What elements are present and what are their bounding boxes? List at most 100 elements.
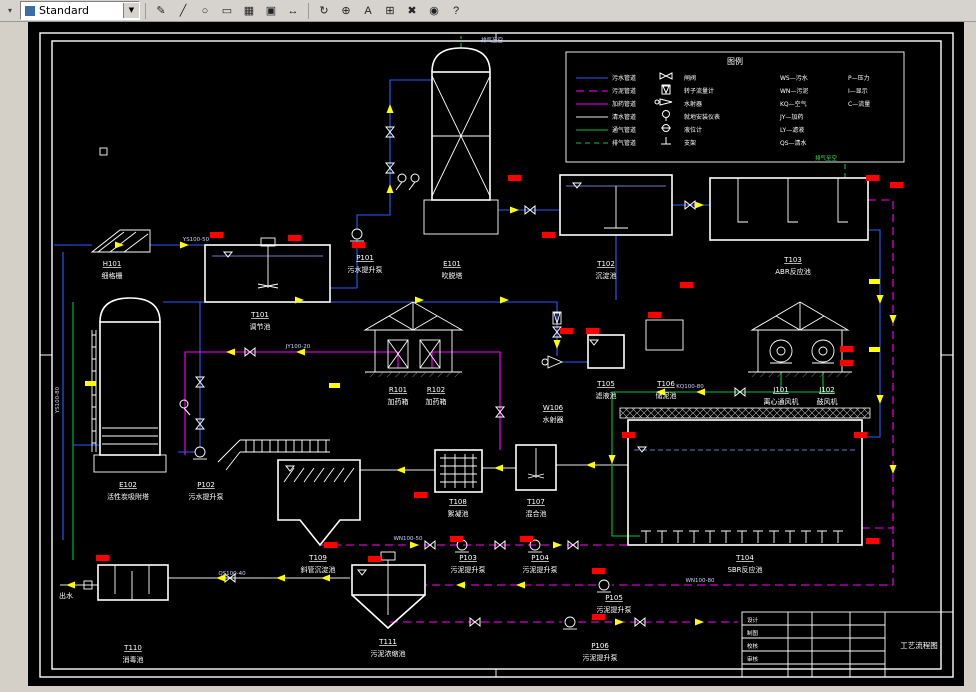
equipment-name: 加药箱	[426, 397, 447, 406]
valve-icon	[659, 72, 673, 80]
stripping-tower-e101	[423, 47, 499, 235]
text-icon[interactable]: A	[358, 1, 378, 20]
pipe-tag: YS100-80	[55, 386, 61, 414]
sludge-thickener-t111	[351, 551, 426, 630]
pump-p106	[563, 616, 577, 630]
pipe-tag: WN100-50	[393, 536, 423, 542]
pipe-tags: YS100-50 JY100-20 WN100-50 WN100-80 KQ10…	[55, 36, 837, 600]
air-pipes	[72, 36, 846, 560]
equipment-name: 活性炭吸附塔	[107, 492, 149, 501]
vent-label: 排气至空	[481, 36, 504, 44]
legend-line-label: 污水管道	[612, 74, 636, 82]
rotameter-icon	[661, 84, 671, 95]
equipment-id: P106	[591, 642, 609, 650]
lamella-clarifier-t109	[277, 459, 361, 547]
equipment-name: 离心通风机	[764, 397, 799, 406]
abr-tank-t103	[709, 177, 869, 241]
equipment-name: 斜管沉淀池	[301, 565, 336, 574]
equipment-name: 絮凝池	[448, 509, 469, 518]
osnap-icon[interactable]: ⊕	[336, 1, 356, 20]
legend-symbol-label: 液位计	[684, 126, 702, 134]
help-icon[interactable]: ?	[446, 1, 466, 20]
circle-icon[interactable]: ○	[195, 1, 215, 20]
equipment-id: P104	[531, 554, 549, 562]
tank-t102	[559, 174, 673, 236]
title-block-row: 制图	[747, 629, 759, 637]
pressure-gauges	[179, 173, 420, 416]
equipment-name: 调节池	[250, 322, 271, 331]
equipment-id: T101	[250, 311, 269, 319]
legend-line-label: 通气管道	[612, 126, 636, 134]
equipment-name: 污水提升泵	[189, 492, 224, 501]
equipment-name: 污泥提升泵	[583, 653, 618, 662]
pump-p102	[193, 446, 207, 460]
drawing-canvas[interactable]: 图例 污水管道 污泥管道 加药管道 清水管道 通气管道 排气管道 闸阀 转子流量…	[28, 22, 964, 686]
legend-abbr: P—压力	[848, 74, 870, 82]
platform	[217, 439, 330, 471]
title-block-row: 审核	[747, 655, 759, 663]
equipment-name: 混合池	[526, 509, 547, 518]
flow-arrows	[66, 104, 897, 626]
hatch-icon[interactable]: ▦	[239, 1, 259, 20]
legend-symbol-label: 支架	[684, 139, 696, 147]
level-gauge-icon	[661, 124, 671, 132]
style-dropdown[interactable]: Standard ▼	[20, 1, 140, 20]
equipment-id: R102	[427, 386, 445, 394]
legend-symbol-label: 就地安装仪表	[684, 113, 720, 121]
legend-abbr: WS—污水	[780, 74, 808, 82]
equipment-labels: H101 细格栅 T101 调节池 P101 污水提升泵 E101 吹脱塔 T1…	[102, 254, 838, 664]
layers-icon[interactable]: ▣	[261, 1, 281, 20]
title-block: 设计 制图 校核 审核 工艺流程图	[741, 611, 954, 678]
equipment-id: T103	[783, 256, 802, 264]
equipment-name: ABR反应池	[775, 267, 810, 276]
equipment-name: 细格栅	[102, 271, 123, 280]
valves	[194, 126, 746, 628]
drawing-title: 工艺流程图	[900, 640, 938, 650]
style-icon	[25, 5, 35, 16]
equipment-name: 污泥提升泵	[451, 565, 486, 574]
equipment-id: H101	[103, 260, 122, 268]
polyline-icon[interactable]: ╱	[173, 1, 193, 20]
pipe-tag: WN100-80	[685, 578, 715, 584]
move-icon[interactable]: ↔	[283, 1, 303, 20]
dosing-pipes	[184, 351, 501, 455]
equipment-id: T106	[656, 380, 675, 388]
pump-p105	[597, 579, 611, 593]
equipment-name: 吹脱塔	[442, 271, 463, 280]
equipment-id: E102	[119, 481, 137, 489]
legend-abbr: KQ—空气	[780, 100, 807, 108]
erase-icon[interactable]: ✖	[402, 1, 422, 20]
pipe-tag: QS100-40	[218, 571, 246, 577]
title-block-row: 校核	[747, 642, 759, 650]
equipment-name: SBR反应池	[727, 565, 762, 574]
rotate-icon[interactable]: ↻	[314, 1, 334, 20]
tank-t106	[645, 319, 684, 351]
legend-symbol-label: 转子流量计	[684, 87, 714, 95]
equipment-name: 鼓风机	[817, 397, 838, 406]
pipe-tag: KQ100-80	[676, 384, 704, 390]
legend: 图例 污水管道 污泥管道 加药管道 清水管道 通气管道 排气管道 闸阀 转子流量…	[565, 51, 905, 163]
dropdown-arrow-icon[interactable]: ▼	[123, 3, 139, 18]
rectangle-icon[interactable]: ▭	[217, 1, 237, 20]
pipe-tag: YS100-50	[182, 237, 210, 243]
legend-abbr: JY—加药	[779, 113, 803, 121]
equipment-id: T104	[735, 554, 754, 562]
legend-line-label: 排气管道	[612, 139, 636, 147]
legend-abbr: QS—清水	[780, 139, 807, 147]
field-instrument-icon	[662, 110, 670, 121]
process-flow-diagram: 图例 污水管道 污泥管道 加药管道 清水管道 通气管道 排气管道 闸阀 转子流量…	[39, 32, 954, 678]
equipment-id: J102	[818, 386, 834, 394]
tank-t101	[204, 237, 331, 303]
equipment-id: T109	[308, 554, 327, 562]
cad-application: ▾ Standard ▼ ✎ ╱ ○ ▭ ▦ ▣ ↔ ↻ ⊕ A ⊞ ✖ ◉ ?	[0, 0, 976, 692]
toolbar: ▾ Standard ▼ ✎ ╱ ○ ▭ ▦ ▣ ↔ ↻ ⊕ A ⊞ ✖ ◉ ?	[0, 0, 976, 22]
draw-icon[interactable]: ✎	[151, 1, 171, 20]
equipment-id: T110	[123, 644, 142, 652]
equipment-name: 污泥提升泵	[597, 605, 632, 614]
zoom-icon[interactable]: ◉	[424, 1, 444, 20]
grid-icon[interactable]: ⊞	[380, 1, 400, 20]
drawing-frame	[39, 32, 954, 678]
legend-line-label: 污泥管道	[612, 87, 636, 95]
toolbar-grip-icon[interactable]: ▾	[2, 1, 18, 20]
legend-abbr: WN—污泥	[780, 87, 808, 95]
